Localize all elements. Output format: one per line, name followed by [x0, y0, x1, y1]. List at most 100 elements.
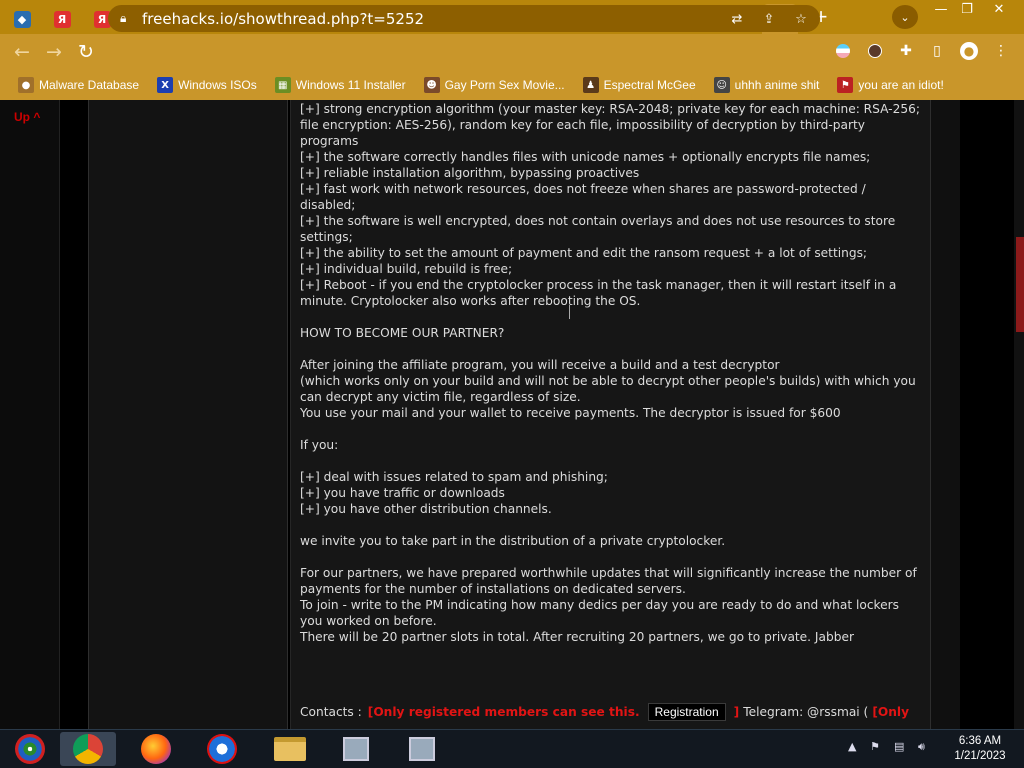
tb-app-network2[interactable] — [394, 732, 450, 766]
right-gutter — [930, 100, 960, 729]
translate-icon[interactable]: ⇄ — [728, 10, 746, 28]
bookmark-item[interactable]: ☺ uhhh anime shit — [713, 77, 820, 93]
chrome-icon — [73, 734, 103, 764]
tb-app-explorer[interactable] — [262, 732, 318, 766]
arrow-right-icon: → — [46, 41, 62, 63]
flag-icon: ⚑ — [837, 77, 854, 93]
volume-icon[interactable]: 🔊︎ — [918, 740, 925, 754]
left-gutter: Up ^ — [0, 100, 60, 729]
post-paragraph: For our partners, we have prepared worth… — [300, 566, 917, 596]
arrow-left-icon: ← — [14, 41, 30, 63]
post-paragraph: You use your mail and your wallet to rec… — [300, 406, 841, 420]
anime-face-icon: ☺ — [713, 77, 730, 93]
bookmark-item[interactable]: ⚑ you are an idiot! — [837, 77, 944, 93]
hidden-content-notice-2: [Only — [872, 705, 910, 719]
bookmark-label: Windows ISOs — [178, 78, 257, 92]
post-paragraph: [+] the ability to set the amount of pay… — [300, 246, 868, 260]
bookmarks-bar: ● Malware Database X Windows ISOs ▦ Windows 1… — [0, 70, 1024, 100]
extensions-button[interactable]: ✚ — [895, 40, 917, 62]
bookmark-item[interactable]: ▦ Windows 11 Installer — [274, 77, 406, 93]
post-paragraph: [+] strong encryption algorithm (your ma… — [300, 102, 920, 148]
scroll-up-link[interactable]: Up ^ — [14, 110, 40, 124]
system-clock[interactable]: 6:36 AM 1/21/2023 — [944, 734, 1016, 764]
web-page: Up ^ [+] strong encryption algorithm (yo… — [0, 100, 1024, 729]
shield-icon: ◆ — [13, 10, 31, 28]
forward-button[interactable]: → — [38, 36, 70, 68]
restore-button[interactable]: ❐ — [952, 0, 982, 18]
action-center-flag-icon[interactable]: ⚑ — [870, 740, 880, 753]
taskbar: ▲ ⚑ ▤ 🔊︎ 6:36 AM 1/21/2023 — [0, 729, 1024, 768]
windows-start-icon — [15, 734, 45, 764]
page-scrollbar[interactable] — [1014, 100, 1024, 729]
paragraph-spacer — [300, 421, 920, 437]
address-bar[interactable]: 🔒︎ freehacks.io/showthread.php?t=5252 ⇄ … — [108, 5, 820, 32]
tray-expand-icon[interactable]: ▲ — [848, 740, 856, 753]
reload-icon: ↻ — [78, 41, 94, 63]
extension-avatar-icon[interactable] — [864, 40, 886, 62]
hidden-content-notice: [Only registered members can see this. — [367, 705, 640, 719]
post-paragraph: [+] the software is well encrypted, does… — [300, 214, 896, 244]
start-button[interactable] — [2, 732, 58, 766]
firefox-icon — [141, 734, 171, 764]
kebab-menu-icon: ⋮ — [994, 43, 1008, 59]
lock-icon: 🔒︎ — [120, 11, 127, 25]
post-paragraph: (which works only on your build and will… — [300, 374, 916, 404]
clock-time: 6:36 AM — [958, 735, 1002, 747]
side-panel-button[interactable]: ▯ — [926, 40, 948, 62]
close-icon: ✕ — [993, 1, 1005, 17]
browser-icon — [207, 734, 237, 764]
post-paragraph: [+] you have other distribution channels… — [300, 502, 552, 516]
bookmark-item[interactable]: ● Malware Database — [18, 77, 139, 93]
reload-button[interactable]: ↻ — [70, 36, 102, 68]
bookmark-item[interactable]: X Windows ISOs — [157, 77, 257, 93]
post-paragraph: [+] reliable installation algorithm, byp… — [300, 166, 640, 180]
tb-app-chrome[interactable] — [60, 732, 116, 766]
bookmark-label: Gay Porn Sex Movie... — [444, 78, 565, 92]
bookmark-label: Malware Database — [39, 78, 140, 92]
tb-app-network1[interactable] — [328, 732, 384, 766]
post-author-panel — [88, 100, 288, 729]
profile-icon: ● — [960, 42, 978, 60]
fox-icon: ☻ — [423, 77, 440, 93]
menu-button[interactable]: ⋮ — [990, 40, 1012, 62]
paragraph-spacer — [300, 453, 920, 469]
contacts-label: Contacts : — [300, 705, 362, 719]
network-computer-icon — [343, 737, 369, 761]
close-window-button[interactable]: ✕ — [984, 0, 1014, 18]
bracket-close: ] — [733, 705, 740, 719]
profile-button[interactable]: ● — [958, 40, 980, 62]
back-button[interactable]: ← — [6, 36, 38, 68]
tb-app-firefox[interactable] — [128, 732, 184, 766]
telegram-contact: Telegram: @rssmai ( — [743, 705, 869, 719]
paragraph-spacer — [300, 341, 920, 357]
bookmark-item[interactable]: ♟ Espectral McGee — [582, 77, 696, 93]
text-cursor — [569, 305, 570, 319]
tb-app-ie[interactable] — [194, 732, 250, 766]
url-text[interactable]: freehacks.io/showthread.php?t=5252 — [142, 10, 424, 28]
paragraph-spacer — [300, 549, 920, 565]
post-paragraph: If you: — [300, 438, 339, 452]
bookmark-star-icon[interactable]: ☆ — [792, 10, 810, 28]
network-icon[interactable]: ▤ — [894, 740, 904, 753]
scrollbar-thumb[interactable] — [1016, 237, 1024, 332]
tab-0[interactable]: ◆ — [2, 4, 42, 34]
paragraph-spacer — [300, 517, 920, 533]
extension-pride-icon[interactable] — [832, 40, 854, 62]
network-computer-icon — [409, 737, 435, 761]
tab-search-button[interactable]: ⌄ — [892, 5, 918, 29]
post-paragraph: [+] the software correctly handles files… — [300, 150, 871, 164]
yandex-icon: Я — [53, 10, 71, 28]
bookmark-label: uhhh anime shit — [734, 78, 820, 92]
puzzle-icon: ✚ — [900, 43, 912, 59]
mask-icon: ♟ — [582, 77, 599, 93]
tab-1[interactable]: Я — [42, 4, 82, 34]
post-body: [+] strong encryption algorithm (your ma… — [300, 101, 920, 645]
contacts-line: Contacts : [Only registered members can … — [300, 703, 909, 721]
side-panel-icon: ▯ — [933, 43, 941, 59]
registration-button[interactable]: Registration — [647, 703, 726, 721]
restore-icon: ❐ — [961, 1, 973, 17]
share-icon[interactable]: ⇪ — [760, 10, 778, 28]
bookmark-item[interactable]: ☻ Gay Porn Sex Movie... — [423, 77, 565, 93]
post-paragraph: To join - write to the PM indicating how… — [300, 598, 900, 628]
post-paragraph: There will be 20 partner slots in total.… — [300, 630, 854, 644]
